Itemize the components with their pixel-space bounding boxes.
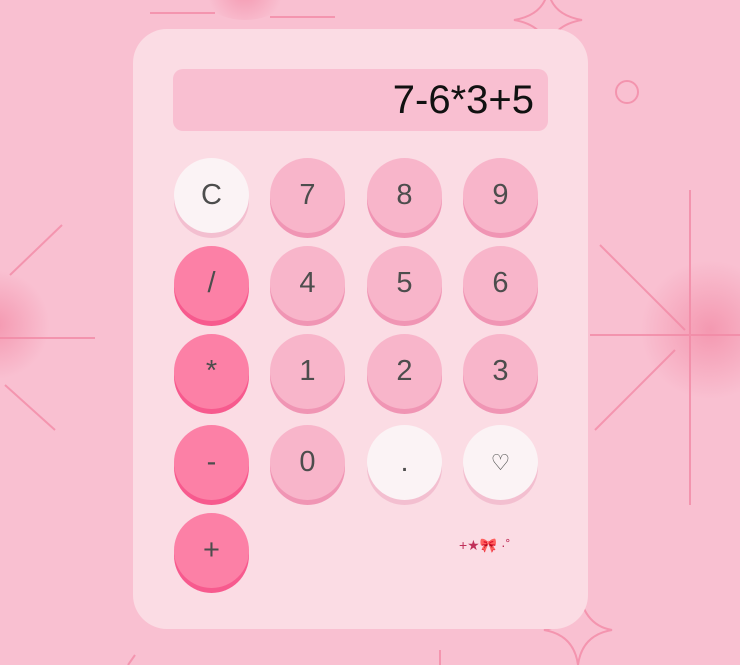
digit-8-button[interactable]: 8	[367, 158, 442, 233]
add-button[interactable]: +	[174, 513, 249, 588]
digit-9-button[interactable]: 9	[463, 158, 538, 233]
clear-button[interactable]: C	[174, 158, 249, 233]
multiply-button[interactable]: *	[174, 334, 249, 409]
divide-button[interactable]: /	[174, 246, 249, 321]
digit-4-button[interactable]: 4	[270, 246, 345, 321]
digit-7-button[interactable]: 7	[270, 158, 345, 233]
digit-0-button[interactable]: 0	[270, 425, 345, 500]
calculator-display: 7-6*3+5	[173, 69, 548, 131]
digit-2-button[interactable]: 2	[367, 334, 442, 409]
digit-6-button[interactable]: 6	[463, 246, 538, 321]
subtract-button[interactable]: -	[174, 425, 249, 500]
calculator-panel: 7-6*3+5 C 7 8 9 / 4 5 6 * 1 2 3 - 0 . ♡ …	[133, 29, 588, 629]
digit-1-button[interactable]: 1	[270, 334, 345, 409]
digit-5-button[interactable]: 5	[367, 246, 442, 321]
digit-3-button[interactable]: 3	[463, 334, 538, 409]
bow-sparkle-decoration: +★🎀 ·˚	[459, 537, 511, 553]
decimal-button[interactable]: .	[367, 425, 442, 500]
heart-button[interactable]: ♡	[463, 425, 538, 500]
